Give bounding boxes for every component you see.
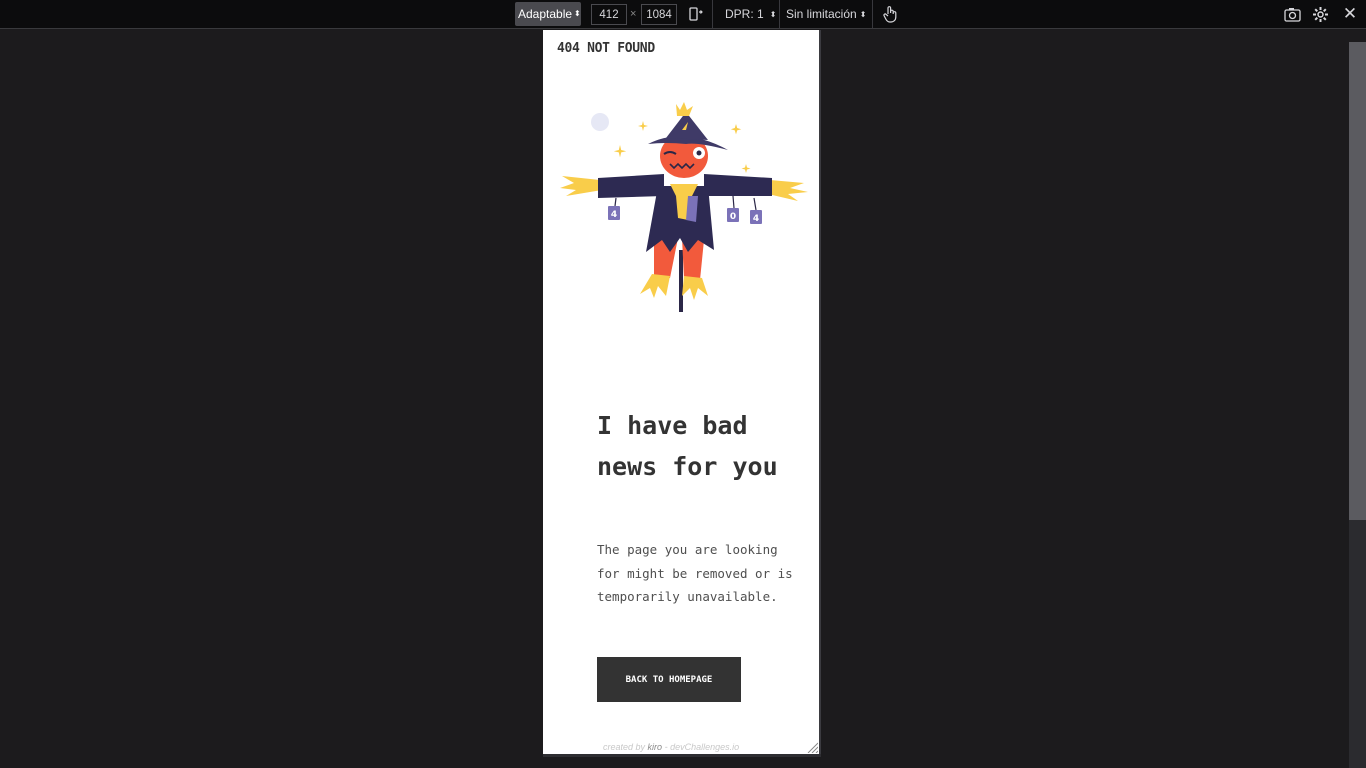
height-input[interactable]: 1084 (641, 4, 677, 25)
back-to-homepage-button[interactable]: BACK TO HOMEPAGE (597, 657, 741, 702)
sign-label: 4 (753, 214, 759, 224)
select-arrows-icon: ⬍ (574, 9, 581, 18)
gear-icon[interactable] (1310, 2, 1330, 26)
credit-prefix: created by (603, 742, 646, 752)
emulated-page-viewport: 404 NOT FOUND 4 0 4 I have bad news for … (543, 30, 819, 754)
throttle-label: Sin limitación (786, 7, 857, 21)
responsive-toolbar: Adaptable ⬍ 412 × 1084 DPR: 1 ⬍ Sin limi… (0, 0, 1366, 29)
rotate-device-icon[interactable] (686, 2, 706, 26)
viewport-edge (819, 30, 821, 756)
network-throttle-select[interactable]: Sin limitación ⬍ (786, 2, 866, 26)
sign-label: 4 (611, 210, 617, 220)
scarecrow-illustration: 4 0 4 (560, 102, 808, 312)
device-select[interactable]: Adaptable ⬍ (515, 2, 581, 26)
credit-suffix: - devChallenges.io (664, 742, 740, 752)
dpr-select[interactable]: DPR: 1 ⬍ (725, 2, 776, 26)
page-headline: I have bad news for you (597, 411, 778, 481)
toolbar-divider (712, 0, 713, 29)
dpr-label: DPR: 1 (725, 7, 764, 21)
screenshot-camera-icon[interactable] (1282, 2, 1302, 26)
width-input[interactable]: 412 (591, 4, 627, 25)
toolbar-divider (779, 0, 780, 29)
close-icon[interactable]: ✕ (1340, 2, 1360, 26)
page-description: The page you are looking for might be re… (597, 542, 793, 604)
credit-author-link[interactable]: kiro (648, 742, 663, 752)
touch-simulation-icon[interactable] (880, 2, 900, 26)
dimension-separator: × (630, 8, 637, 20)
scrollbar-thumb[interactable] (1349, 42, 1366, 520)
site-brand: 404 NOT FOUND (557, 41, 655, 56)
device-select-label: Adaptable (518, 7, 573, 21)
select-arrows-icon: ⬍ (859, 9, 867, 19)
sign-label: 0 (730, 212, 736, 222)
select-arrows-icon: ⬍ (769, 9, 777, 19)
viewport-bottom-edge (543, 754, 821, 757)
toolbar-divider (872, 0, 873, 29)
resize-handle-icon[interactable] (806, 741, 818, 753)
footer-credit: created by kiro - devChallenges.io (603, 742, 739, 752)
